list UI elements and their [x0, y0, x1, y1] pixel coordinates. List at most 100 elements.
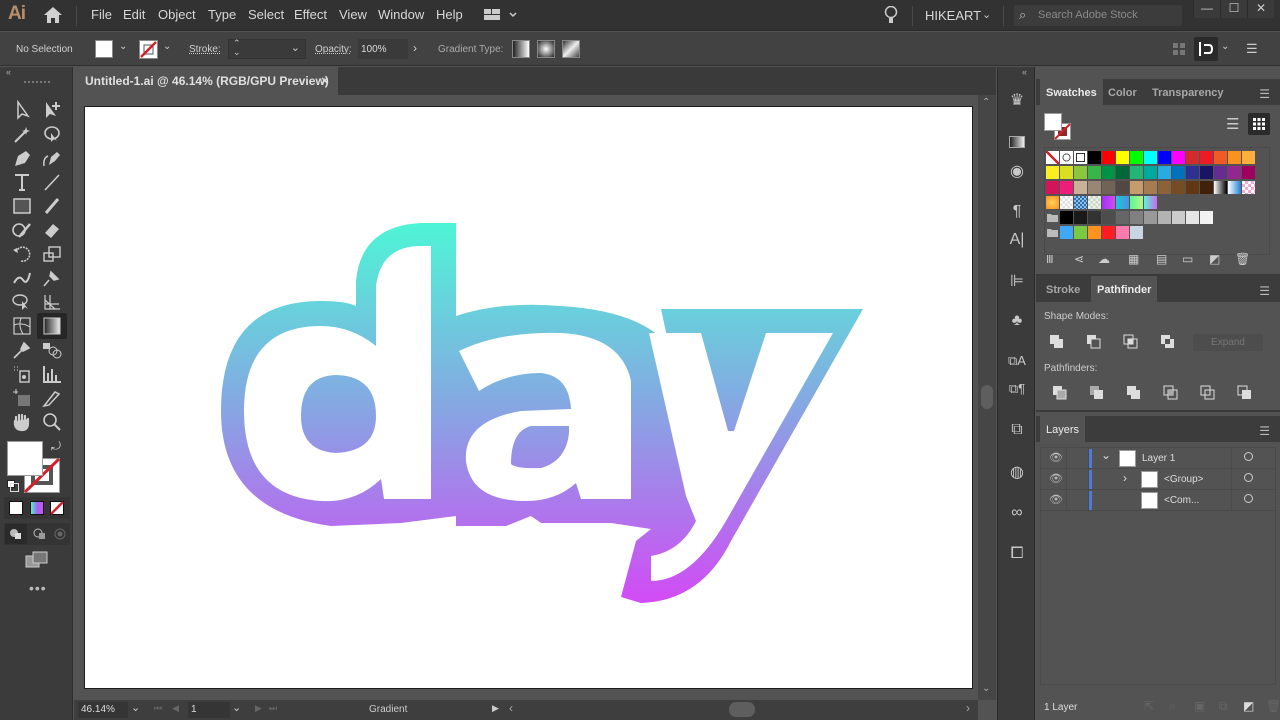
character-styles-icon[interactable]: ⧉A: [1006, 350, 1028, 372]
merge-icon[interactable]: [1126, 385, 1142, 401]
unite-icon[interactable]: [1049, 334, 1065, 350]
delete-layer-icon[interactable]: 🗑: [1266, 699, 1280, 713]
show-swatch-kinds-icon[interactable]: ▦: [1128, 252, 1139, 266]
toolbar-grip[interactable]: [24, 81, 50, 83]
swatch[interactable]: [1102, 181, 1115, 194]
minus-back-icon[interactable]: [1237, 385, 1253, 401]
align-icon[interactable]: ⊫: [1006, 270, 1028, 292]
tab-stroke[interactable]: Stroke: [1040, 276, 1086, 302]
status-menu-icon[interactable]: ▶: [492, 703, 499, 714]
swatch[interactable]: [1116, 211, 1129, 224]
paragraph-styles-icon[interactable]: ⧉¶: [1006, 378, 1028, 400]
layer-name[interactable]: Layer 1: [1142, 453, 1175, 464]
screen-mode-icon[interactable]: [25, 551, 49, 569]
swatch[interactable]: [1130, 181, 1143, 194]
zoom-dropdown-chevron-icon[interactable]: ⌄: [131, 701, 140, 714]
selection-tool-icon[interactable]: [11, 100, 33, 120]
new-color-group-icon[interactable]: ▭: [1182, 252, 1193, 266]
menu-select[interactable]: Select: [248, 7, 284, 22]
artboards-icon[interactable]: ⧉: [1006, 419, 1028, 441]
first-artboard-icon[interactable]: ⏮: [154, 703, 162, 714]
perspective-grid-tool-icon[interactable]: [41, 292, 63, 312]
paragraph-icon[interactable]: ¶: [1006, 201, 1028, 223]
swatch[interactable]: [1228, 151, 1241, 164]
swatch[interactable]: [1088, 226, 1101, 239]
layer-row[interactable]: 👁 › <Group>: [1041, 469, 1275, 490]
intersect-icon[interactable]: [1123, 334, 1139, 350]
properties-toggle-button[interactable]: [1194, 37, 1218, 61]
artboard-number-input[interactable]: 1: [188, 702, 230, 718]
swatch[interactable]: [1046, 166, 1059, 179]
mesh-tool-icon[interactable]: [11, 316, 33, 336]
scroll-down-icon[interactable]: ⌄: [982, 683, 990, 694]
visibility-eye-icon[interactable]: 👁: [1049, 451, 1063, 464]
zoom-level-input[interactable]: 46.14%: [78, 702, 128, 718]
workspace-switcher[interactable]: HIKEART: [925, 8, 981, 23]
scroll-up-icon[interactable]: ⌃: [982, 97, 990, 108]
lasso-tool-icon[interactable]: [41, 124, 63, 144]
tab-pathfinder[interactable]: Pathfinder: [1091, 276, 1158, 302]
target-circle-icon[interactable]: [1244, 452, 1253, 461]
swatch[interactable]: [1088, 181, 1101, 194]
tab-color[interactable]: Color: [1102, 79, 1143, 105]
scale-tool-icon[interactable]: [41, 244, 63, 264]
swatch-pattern-pink[interactable]: [1242, 181, 1255, 194]
swatch[interactable]: [1172, 151, 1185, 164]
puppet-warp-tool-icon[interactable]: [41, 268, 63, 288]
hand-tool-icon[interactable]: [11, 412, 33, 432]
swatch-grad-orange[interactable]: [1046, 196, 1059, 209]
swatch-grad-lilac[interactable]: [1144, 196, 1157, 209]
slice-tool-icon[interactable]: [41, 388, 63, 408]
swatch[interactable]: [1060, 226, 1073, 239]
swatch[interactable]: [1186, 166, 1199, 179]
tab-transparency[interactable]: Transparency: [1146, 79, 1230, 105]
stroke-weight-input[interactable]: ⌃ ⌄ ⌄: [228, 39, 306, 59]
swatch[interactable]: [1046, 181, 1059, 194]
layer-name[interactable]: <Group>: [1164, 474, 1203, 485]
artboard-tool-icon[interactable]: [11, 388, 33, 408]
previous-artboard-icon[interactable]: ◀: [172, 703, 179, 714]
expand-layer-icon[interactable]: ›: [1123, 471, 1127, 485]
rectangle-tool-icon[interactable]: [11, 196, 33, 216]
none-mode-button[interactable]: [50, 501, 64, 515]
swatch[interactable]: [1158, 211, 1171, 224]
gradient-tool-button-active[interactable]: [37, 313, 67, 339]
swatch[interactable]: [1074, 226, 1087, 239]
document-tab[interactable]: Untitled-1.ai @ 46.14% (RGB/GPU Preview)…: [78, 67, 338, 95]
shaper-tool-icon[interactable]: [11, 220, 33, 240]
maximize-button[interactable]: ☐: [1220, 0, 1247, 18]
menu-edit[interactable]: Edit: [123, 7, 145, 22]
swatch[interactable]: [1060, 166, 1073, 179]
pathfinder-menu-icon[interactable]: ☰: [1259, 284, 1270, 298]
expand-panels-icon[interactable]: «: [1022, 67, 1027, 77]
swatch[interactable]: [1088, 211, 1101, 224]
last-artboard-icon[interactable]: ⏭: [269, 703, 277, 714]
swatch-registration[interactable]: [1060, 151, 1073, 164]
shape-builder-tool-icon[interactable]: [11, 292, 33, 312]
color-mode-button[interactable]: [9, 501, 23, 515]
direct-selection-tool-icon[interactable]: [41, 100, 63, 120]
swatch[interactable]: [1186, 151, 1199, 164]
opacity-label[interactable]: Opacity:: [315, 44, 352, 55]
artboard-dropdown-chevron-icon[interactable]: ⌄: [232, 701, 241, 714]
swatch[interactable]: [1130, 166, 1143, 179]
swatch[interactable]: [1186, 211, 1199, 224]
swatch-grad-purple[interactable]: [1102, 196, 1115, 209]
swatch-libraries-icon[interactable]: Ⅲ: [1046, 253, 1054, 266]
visibility-eye-icon[interactable]: 👁: [1049, 472, 1063, 485]
swatch[interactable]: [1200, 151, 1213, 164]
cloud-swatches-icon[interactable]: ☁: [1098, 252, 1110, 266]
outline-icon[interactable]: [1200, 385, 1216, 401]
swatch[interactable]: [1116, 226, 1129, 239]
swatch[interactable]: [1116, 151, 1129, 164]
collapse-toolbar-icon[interactable]: «: [6, 67, 11, 77]
symbol-sprayer-tool-icon[interactable]: [11, 364, 33, 384]
symbols-icon[interactable]: ♣: [1006, 310, 1028, 332]
create-new-layer-icon[interactable]: ◩: [1243, 699, 1254, 713]
minus-front-icon[interactable]: [1086, 334, 1102, 350]
artwork-day[interactable]: [85, 107, 974, 690]
horizontal-scroll-thumb[interactable]: [729, 702, 755, 717]
scroll-left-icon[interactable]: ‹: [509, 701, 513, 715]
close-document-icon[interactable]: ×: [321, 73, 329, 88]
swatch[interactable]: [1088, 151, 1101, 164]
